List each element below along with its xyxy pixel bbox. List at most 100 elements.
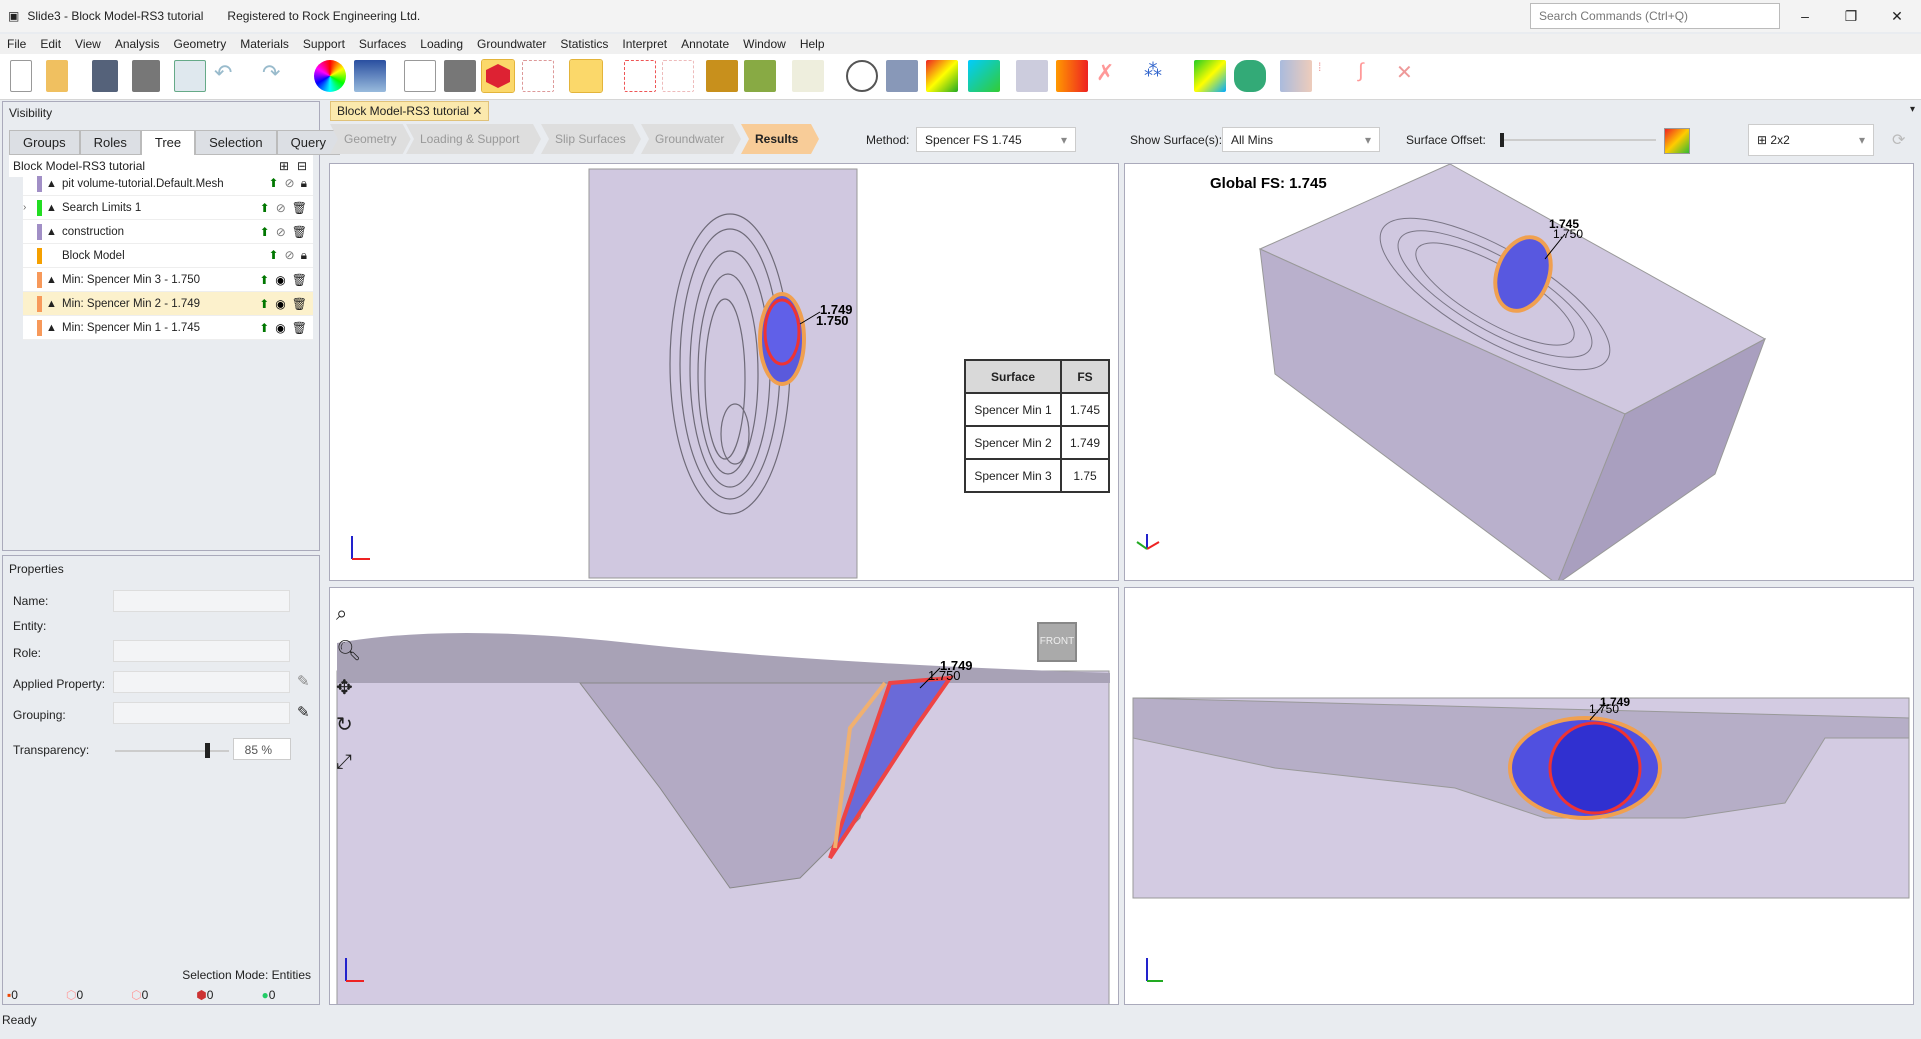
slider-thumb[interactable]: [1500, 133, 1504, 147]
tab-list-dropdown-icon[interactable]: ▾: [1910, 104, 1915, 115]
expand-all-icon[interactable]: ⊞: [279, 159, 289, 173]
tree-item[interactable]: ▲ pit volume-tutorial.Default.Mesh ⬆ ⊘ 🔒︎: [23, 172, 313, 196]
eye-icon[interactable]: ◉: [275, 273, 285, 287]
menu-groundwater[interactable]: Groundwater: [470, 37, 553, 51]
menu-geometry[interactable]: Geometry: [167, 37, 234, 51]
histogram-icon[interactable]: [1280, 60, 1312, 92]
eye-hidden-icon[interactable]: ⊘: [285, 176, 295, 191]
trash-icon[interactable]: 🗑︎: [292, 225, 307, 239]
slider-thumb[interactable]: [204, 743, 210, 758]
lock-selection-icon[interactable]: [624, 60, 656, 92]
pin-icon[interactable]: ⬆: [268, 176, 278, 191]
pencil-icon[interactable]: ✎: [297, 703, 310, 721]
tree-item[interactable]: › ▲ Search Limits 1 ⬆ ⊘ 🗑︎: [23, 196, 313, 220]
menu-support[interactable]: Support: [296, 37, 352, 51]
lock-icon[interactable]: 🔒︎: [301, 176, 307, 191]
trash-icon[interactable]: 🗑︎: [292, 321, 307, 335]
zoom-extents-icon[interactable]: ⤢: [336, 744, 361, 781]
report-icon[interactable]: [174, 60, 206, 92]
viewport-front[interactable]: 1.749 1.750 FRONT ⌕ 🔍︎ ✥ ↻ ⤢: [329, 587, 1119, 1005]
print-icon[interactable]: [132, 60, 160, 92]
slip-surface-icon[interactable]: [846, 60, 878, 92]
menu-file[interactable]: File: [0, 37, 33, 51]
new-file-icon[interactable]: [10, 60, 32, 92]
undo-icon[interactable]: ↶: [214, 60, 246, 92]
transparency-spinner[interactable]: 85 %: [233, 738, 291, 760]
lock-icon[interactable]: 🔒︎: [301, 248, 307, 263]
open-folder-icon[interactable]: [46, 60, 68, 92]
pin-icon[interactable]: ⬆: [268, 248, 278, 263]
document-tab[interactable]: Block Model-RS3 tutorial ✕: [330, 101, 490, 121]
restore-button[interactable]: ❐: [1828, 0, 1874, 32]
role-select[interactable]: [113, 640, 290, 662]
calculator-icon[interactable]: [444, 60, 476, 92]
search-commands-input[interactable]: Search Commands (Ctrl+Q): [1530, 3, 1780, 29]
scatter-points-icon[interactable]: ⁂: [1144, 60, 1176, 92]
menu-loading[interactable]: Loading: [413, 37, 470, 51]
tree-item[interactable]: Block Model ⬆ ⊘ 🔒︎: [23, 244, 313, 268]
menu-interpret[interactable]: Interpret: [615, 37, 674, 51]
measure-icon[interactable]: ✗: [1096, 60, 1128, 92]
pin-icon[interactable]: ⬆: [260, 201, 270, 215]
grouping-select[interactable]: [113, 702, 290, 724]
wireframe-icon[interactable]: [522, 60, 554, 92]
layout-select[interactable]: ⊞ 2x2 ▾: [1748, 124, 1874, 156]
tab-groups[interactable]: Groups: [9, 130, 80, 155]
tab-query[interactable]: Query: [276, 130, 341, 155]
trash-icon[interactable]: 🗑︎: [292, 201, 307, 215]
tab-roles[interactable]: Roles: [79, 130, 141, 155]
workflow-slip-surfaces[interactable]: Slip Surfaces: [541, 124, 641, 154]
pin-icon[interactable]: ⬆: [259, 273, 269, 287]
tree-item[interactable]: ▲ Min: Spencer Min 3 - 1.750 ⬆ ◉ 🗑︎: [23, 268, 313, 292]
tree-item[interactable]: ▲ Min: Spencer Min 2 - 1.749 ⬆ ◉ 🗑︎: [23, 292, 313, 316]
pan-icon[interactable]: ✥: [336, 670, 361, 707]
graph-icon[interactable]: [1056, 60, 1088, 92]
menu-view[interactable]: View: [68, 37, 108, 51]
method-select[interactable]: Spencer FS 1.745 ▾: [916, 127, 1076, 152]
workflow-geometry[interactable]: Geometry: [330, 124, 411, 154]
workflow-loading-support[interactable]: Loading & Support: [406, 124, 541, 154]
pin-icon[interactable]: ⬆: [259, 321, 269, 335]
color-wheel-icon[interactable]: [314, 60, 346, 92]
pencil-icon[interactable]: ✎: [297, 672, 310, 690]
name-field[interactable]: [113, 590, 290, 612]
section-icon[interactable]: [926, 60, 958, 92]
workflow-results[interactable]: Results: [741, 124, 819, 154]
contour-legend-icon[interactable]: [1664, 128, 1690, 154]
surface-offset-slider[interactable]: [1500, 133, 1656, 147]
solid-view-icon[interactable]: [481, 59, 515, 93]
pin-icon[interactable]: ⬆: [259, 297, 269, 311]
save-icon[interactable]: [92, 60, 118, 92]
edit-document-icon[interactable]: [404, 60, 436, 92]
menu-window[interactable]: Window: [736, 37, 793, 51]
close-button[interactable]: ✕: [1874, 0, 1920, 32]
pin-icon[interactable]: ⬆: [260, 225, 270, 239]
loading-icon[interactable]: [792, 60, 824, 92]
intersect-plot-icon[interactable]: ✕: [1396, 60, 1428, 92]
block-view-icon[interactable]: [968, 60, 1000, 92]
eye-hidden-icon[interactable]: ⊘: [276, 225, 286, 239]
menu-edit[interactable]: Edit: [33, 37, 68, 51]
tree-item[interactable]: ▲ Min: Spencer Min 1 - 1.745 ⬆ ◉ 🗑︎: [23, 316, 313, 340]
menu-surfaces[interactable]: Surfaces: [352, 37, 413, 51]
contour-icon[interactable]: [1194, 60, 1226, 92]
contour-surface-icon[interactable]: [886, 60, 918, 92]
eye-icon[interactable]: ◉: [275, 321, 285, 335]
menu-analysis[interactable]: Analysis: [108, 37, 167, 51]
workflow-groundwater[interactable]: Groundwater: [641, 124, 741, 154]
3d-model-icon[interactable]: [1234, 60, 1266, 92]
select-icon[interactable]: [569, 59, 603, 93]
close-tab-icon[interactable]: ✕: [472, 104, 482, 118]
viewport-side[interactable]: 1.749 1.750: [1124, 587, 1914, 1005]
rotate-icon[interactable]: ↻: [336, 707, 361, 744]
eye-hidden-icon[interactable]: ⊘: [276, 201, 286, 215]
menu-statistics[interactable]: Statistics: [553, 37, 615, 51]
surfaces-icon[interactable]: [706, 60, 738, 92]
show-surfaces-select[interactable]: All Mins ▾: [1222, 127, 1380, 152]
query-icon[interactable]: [1016, 60, 1048, 92]
material-icon[interactable]: [744, 60, 776, 92]
transparency-slider[interactable]: [115, 743, 229, 758]
menu-materials[interactable]: Materials: [233, 37, 296, 51]
expand-chevron-icon[interactable]: ›: [23, 202, 33, 213]
viewport-plan[interactable]: 1.749 1.750 Surface FS Spencer Min 1 1.745…: [329, 163, 1119, 581]
